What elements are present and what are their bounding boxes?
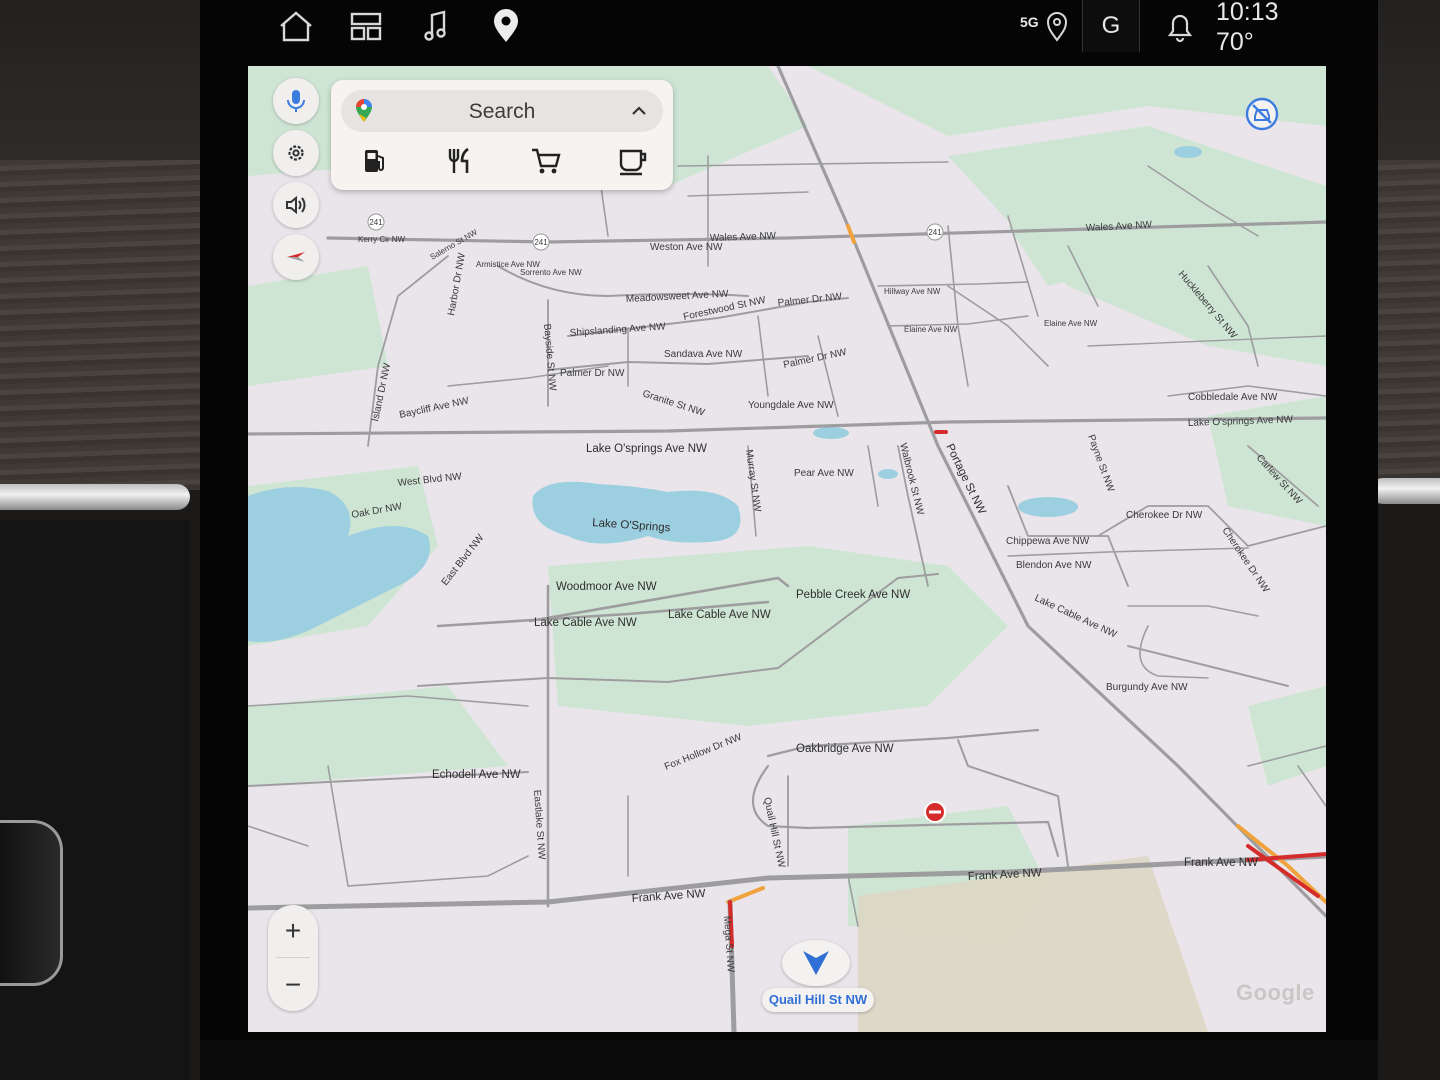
street-label: Burgundy Ave NW [1106,682,1188,693]
coffee-icon[interactable] [615,144,649,178]
clock: 10:13 [1216,0,1279,26]
street-label: Eastlake St NW [531,789,547,860]
svg-text:241: 241 [369,218,383,227]
zoom-out-button[interactable]: − [268,959,318,1011]
street-label: Cobbledale Ave NW [1188,392,1278,403]
chevron-up-icon[interactable] [631,104,647,118]
street-label: Cherokee Dr NW [1126,510,1203,521]
street-label: Elaine Ave NW [1044,319,1098,328]
voice-search-button[interactable] [273,78,319,124]
air-vent-left [0,520,190,1080]
street-label: Cherokee Dr NW [1220,526,1272,596]
current-street-label: Quail Hill St NW [762,988,874,1012]
compass-icon [287,252,305,262]
current-location-marker[interactable] [782,940,850,986]
street-label: Pear Ave NW [794,468,854,479]
restaurant-icon[interactable] [443,144,477,178]
street-label: Granite St NW [641,388,706,419]
street-label: Meadowsweet Ave NW [626,289,730,305]
network-indicator: 5G [1020,14,1039,30]
street-label: Pebble Creek Ave NW [796,589,910,601]
volume-icon [286,195,306,215]
apps-grid-icon[interactable] [346,6,386,46]
chrome-trim-left [0,484,190,510]
zoom-in-button[interactable]: + [268,905,318,957]
street-label: Murray St NW [743,449,763,513]
street-label: Woodmoor Ave NW [556,581,657,593]
street-label: Lake Cable Ave NW [668,609,771,621]
street-label: Lake Cable Ave NW [534,617,637,629]
profile-initial: G [1101,12,1121,39]
shopping-cart-icon[interactable] [529,144,563,178]
music-note-icon[interactable] [416,6,456,46]
road-closure-icon[interactable] [924,801,946,823]
street-label: Payne St NW [1085,433,1116,494]
street-label: Baycliff Ave NW [398,395,470,421]
compass-button[interactable] [273,234,319,280]
street-label: Weston Ave NW [650,242,723,253]
street-label: Sandava Ave NW [664,349,743,360]
vent-handle [0,820,63,986]
street-label: Sorrento Ave NW [520,268,582,277]
temperature: 70° [1216,28,1254,56]
microphone-icon [287,90,305,112]
driving-mode-icon[interactable] [1244,96,1280,132]
chrome-trim-right [1370,478,1440,504]
street-label: Walbrook St NW [897,442,926,517]
google-attribution: Google [1236,980,1315,1005]
street-label: Kerry Cir NW [358,235,406,244]
street-label: Echodell Ave NW [432,769,521,781]
status-bar: 5G G 10:13 70° [250,0,1315,60]
notification-bell-icon[interactable] [1160,6,1200,46]
volume-button[interactable] [273,182,319,228]
zoom-divider [276,957,310,958]
search-label: Search [468,100,536,123]
map-canvas[interactable]: 241 241 241 Wales Ave NW Wales Ave NW We… [248,66,1326,1032]
street-label: Salerno St NW [429,227,480,261]
street-label: Lake O'springs Ave NW [586,443,707,455]
home-icon[interactable] [276,6,316,46]
gps-icon [1046,12,1068,42]
street-label: Blendon Ave NW [1016,560,1092,571]
svg-text:241: 241 [928,228,942,237]
street-labels: Wales Ave NW Wales Ave NW Weston Ave NW … [351,220,1305,974]
street-label: Harbor Dr NW [446,252,468,317]
search-box[interactable]: Search [341,90,663,132]
street-label: Mega St NW [721,915,736,973]
settings-gear-icon [288,145,304,161]
street-label: Palmer Dr NW [777,291,843,309]
street-label: Lake Cable Ave NW [1033,593,1119,641]
svg-text:241: 241 [534,238,548,247]
street-label: Youngdale Ave NW [748,400,834,411]
street-label: Oakbridge Ave NW [796,743,894,755]
street-label: Palmer Dr NW [560,368,625,379]
street-label: Hillway Ave NW [884,287,941,296]
street-label: Island Dr NW [370,362,393,423]
settings-button[interactable] [273,130,319,176]
gas-station-icon[interactable] [357,144,391,178]
street-label: Chippewa Ave NW [1006,536,1090,547]
street-label: Quail Hill St NW [761,796,787,869]
street-label: Elaine Ave NW [904,325,958,334]
screen-bottom-edge [200,1040,1378,1080]
profile-button[interactable]: G [1082,0,1140,52]
wood-trim-left [0,160,200,490]
navigation-arrow-icon [803,951,829,975]
search-panel: Search [331,80,673,190]
map-view[interactable]: 241 241 241 Wales Ave NW Wales Ave NW We… [248,66,1326,1032]
street-label: East Blvd NW [440,532,487,588]
street-label: Frank Ave NW [1184,857,1258,869]
street-label: Palmer Dr NW [782,347,848,371]
street-label: Portage St NW [943,442,987,516]
street-label: Bayside St NW [541,323,558,392]
street-label: Shipslanding Ave NW [569,321,666,339]
zoom-controls: + − [268,905,318,1011]
street-label: Fox Hollow Dr NW [663,732,744,773]
location-pin-icon[interactable] [486,6,526,46]
